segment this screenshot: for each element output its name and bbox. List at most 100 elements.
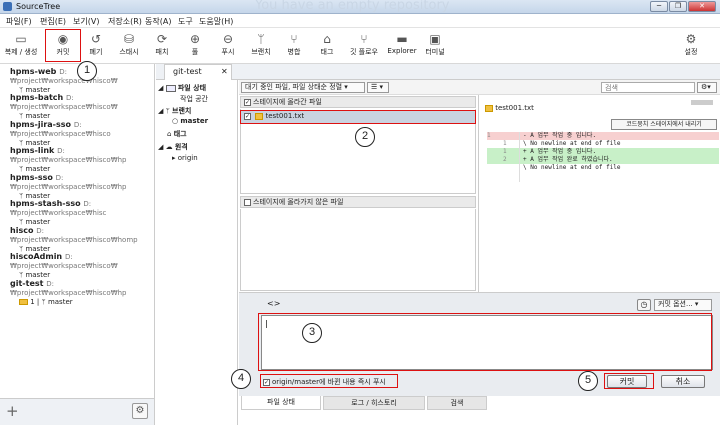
diff-line: 2 + A 업무 작업 완료 하였습니다. — [487, 156, 719, 164]
staged-header: ✓ 스테이지에 올라간 파일 — [240, 96, 476, 108]
callout-4: 4 — [231, 369, 251, 389]
pending-files-icon — [19, 299, 28, 305]
repo-item[interactable]: git-test D:₩project₩workspace₩hisco₩hp 1… — [10, 279, 154, 306]
tab-file-status[interactable]: 파일 상태 — [241, 396, 321, 410]
author-avatar: <> — [267, 299, 281, 308]
menu-bar: 파일(F) 편집(E) 보기(V) 저장소(R) 동작(A) 도구 도움말(H) — [0, 14, 720, 28]
unstaged-header: 스테이지에 올라가지 않은 파일 — [240, 196, 476, 208]
close-window-button[interactable]: ✕ — [688, 1, 716, 12]
clock-icon: ◷ — [640, 300, 648, 309]
repo-item[interactable]: hiscoAdmin D:₩project₩workspace₩hisco₩ ᛘ … — [10, 252, 154, 279]
tag-tree-icon: ⌂ — [167, 130, 172, 138]
minimize-button[interactable]: ─ — [650, 1, 668, 12]
filter-options-button[interactable]: ⚙▾ — [697, 82, 717, 93]
stage-all-checkbox[interactable]: ✓ — [244, 98, 251, 106]
callout-3: 3 — [302, 323, 322, 343]
menu-file[interactable]: 파일(F) — [6, 16, 32, 27]
repo-item[interactable]: hpms-stash-sso D:₩project₩workspace₩hisc… — [10, 199, 154, 226]
window-title: SourceTree — [16, 2, 61, 11]
history-clock-button[interactable]: ◷ — [637, 299, 651, 311]
monitor-icon — [165, 84, 176, 92]
tree-remote-origin[interactable]: origin — [178, 154, 198, 162]
terminal-icon: ▣ — [429, 32, 441, 46]
repo-tab-strip: git-test ✕ — [156, 64, 720, 80]
clone-button[interactable]: ▭ 복제 / 생성 — [2, 30, 40, 62]
cloud-icon: ☁ — [165, 143, 173, 151]
git-flow-icon: ⑂ — [360, 32, 368, 46]
unstaged-file-list — [240, 209, 476, 291]
repo-item[interactable]: hpms-link D:₩project₩workspace₩hisco₩hp ᛘ… — [10, 146, 154, 173]
unstaged-all-checkbox[interactable] — [244, 198, 251, 206]
menu-tools[interactable]: 도구 — [178, 16, 193, 27]
menu-edit[interactable]: 편집(E) — [40, 16, 66, 27]
menu-repository[interactable]: 저장소(R) — [108, 16, 142, 27]
tree-branches[interactable]: 브랜치 — [172, 107, 191, 115]
tab-git-test[interactable]: git-test ✕ — [164, 64, 232, 80]
repo-sidebar: hpms-web D:₩project₩workspace₩hisco₩ ᛘ ma… — [0, 64, 155, 398]
repo-item[interactable]: hisco D:₩project₩workspace₩hisco₩homp ᛘ m… — [10, 226, 154, 253]
branch-tree-icon: ᛘ — [165, 107, 170, 115]
repo-item[interactable]: hpms-sso D:₩project₩workspace₩hisco₩hp ᛘ … — [10, 173, 154, 200]
tree-working-copy[interactable]: 작업 공간 — [180, 94, 208, 104]
app-icon — [3, 2, 12, 11]
callout-2: 2 — [355, 127, 375, 147]
view-mode-select[interactable]: 대기 중인 파일, 파일 상태순 정렬 ▾ — [241, 82, 365, 93]
background-ghost-text: You have an empty repository — [255, 0, 450, 13]
navigation-tree: ◢ 파일 상태 작업 공간 ◢ ᛘ 브랜치 ○ master ⌂ 태그 ◢ ☁ … — [156, 80, 238, 425]
modified-file-icon — [485, 104, 493, 112]
annotation-box-push-option — [260, 374, 398, 388]
list-mode-select[interactable]: ☰ ▾ — [367, 82, 389, 93]
tree-branch-master[interactable]: master — [180, 117, 208, 125]
tree-file-status[interactable]: 파일 상태 — [178, 84, 206, 92]
cancel-button[interactable]: 취소 — [661, 375, 705, 388]
stash-icon: ⛁ — [123, 32, 135, 46]
title-bar: SourceTree You have an empty repository … — [0, 0, 720, 14]
gear-icon: ⚙ — [685, 32, 697, 46]
tab-log-history[interactable]: 로그 / 히스토리 — [323, 396, 425, 410]
repo-item[interactable]: hpms-batch D:₩project₩workspace₩hisco₩ ᛘ … — [10, 93, 154, 120]
diff-line: \ No newline at end of file — [523, 164, 621, 171]
callout-5: 5 — [578, 371, 598, 391]
add-repo-icon[interactable]: + — [6, 402, 19, 420]
branch-icon: ᛘ — [257, 32, 265, 46]
push-icon: ⊖ — [222, 32, 234, 46]
diff-file-title: test001.txt — [485, 104, 534, 112]
tree-remotes[interactable]: 원격 — [175, 143, 188, 151]
annotation-box-commit — [45, 29, 81, 62]
maximize-button[interactable]: ❐ — [669, 1, 687, 12]
gutter-divider — [519, 132, 520, 182]
menu-view[interactable]: 보기(V) — [73, 16, 99, 27]
tab-search[interactable]: 검색 — [427, 396, 487, 410]
terminal-button[interactable]: ▣ 터미널 — [416, 30, 454, 62]
annotation-box-commit-button — [604, 373, 654, 389]
tag-button[interactable]: ⌂ 태그 — [308, 30, 346, 62]
diff-line: 1- A 업무 작업 중 입니다. — [487, 132, 719, 140]
merge-icon: ⑂ — [290, 32, 298, 46]
bottom-tabs: 파일 상태 로그 / 히스토리 검색 — [239, 396, 720, 411]
settings-button[interactable]: ⚙ 설정 — [672, 30, 710, 62]
git-flow-button[interactable]: ⑂ 깃 플로우 — [345, 30, 383, 62]
current-branch-icon: ○ — [172, 117, 179, 125]
menu-help[interactable]: 도움말(H) — [199, 16, 233, 27]
commit-options-select[interactable]: 커밋 옵션... ▾ — [654, 299, 712, 311]
diff-scroll-marker — [691, 100, 713, 105]
diff-viewer: test001.txt 코드뭉치 스테이지에서 내리기 1- A 업무 작업 중… — [478, 95, 720, 292]
unstage-hunk-button[interactable]: 코드뭉치 스테이지에서 내리기 — [611, 119, 717, 130]
diff-line: 1 + A 업무 작업 중 입니다. — [487, 148, 719, 156]
annotation-box-staged-file — [240, 110, 476, 124]
callout-1: 1 — [77, 61, 97, 81]
gear-icon: ⚙ — [701, 83, 708, 91]
menu-actions[interactable]: 동작(A) — [145, 16, 171, 27]
search-input[interactable] — [601, 82, 695, 93]
tree-tags[interactable]: 태그 — [174, 130, 187, 138]
pull-icon: ⊕ — [189, 32, 201, 46]
folder-icon: ▬ — [396, 32, 408, 46]
tag-icon: ⌂ — [323, 32, 331, 46]
repo-item[interactable]: hpms-jira-sso D:₩project₩workspace₩hisco… — [10, 120, 154, 147]
annotation-box-message — [258, 313, 712, 371]
discard-icon: ↺ — [90, 32, 102, 46]
filter-bar: 대기 중인 파일, 파일 상태순 정렬 ▾ ☰ ▾ ⚙▾ — [239, 80, 720, 95]
sidebar-gear-icon[interactable]: ⚙ — [132, 403, 148, 419]
close-tab-icon[interactable]: ✕ — [221, 67, 228, 76]
fetch-icon: ⟳ — [156, 32, 168, 46]
